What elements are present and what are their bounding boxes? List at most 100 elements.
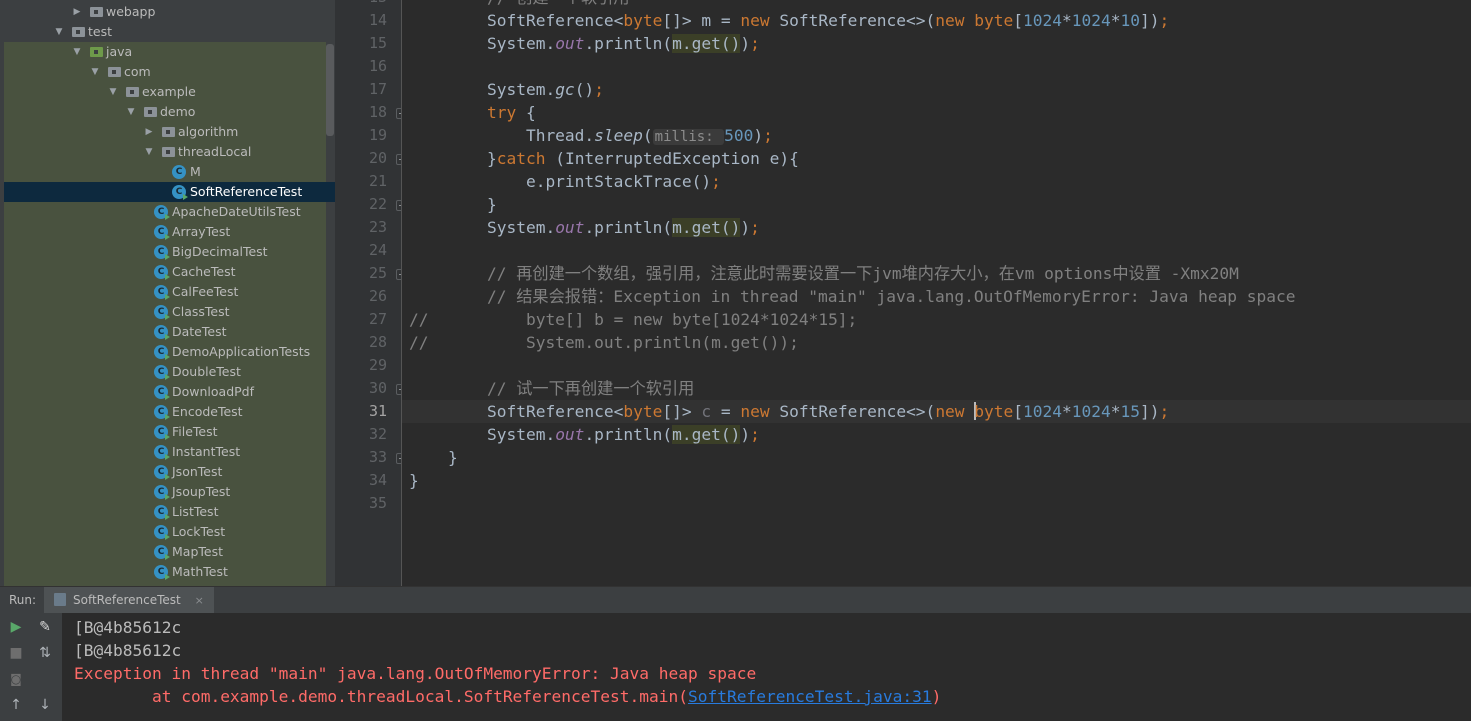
- tree-item-apachedateutilstest[interactable]: C ApacheDateUtilsTest: [4, 202, 335, 222]
- close-icon[interactable]: ×: [195, 594, 204, 607]
- code-line-28[interactable]: // System.out.println(m.get());: [409, 331, 799, 354]
- line-number[interactable]: 26: [335, 285, 387, 308]
- up-arrow-icon[interactable]: ↑: [6, 695, 26, 715]
- tree-item-maptest[interactable]: C MapTest: [4, 542, 335, 562]
- tree-item-filetest[interactable]: C FileTest: [4, 422, 335, 442]
- sort-icon[interactable]: ⇅: [35, 643, 55, 663]
- chevron-down-icon[interactable]: ▼: [108, 82, 118, 102]
- tree-item-classtest[interactable]: C ClassTest: [4, 302, 335, 322]
- source-link[interactable]: SoftReferenceTest.java:31: [688, 687, 932, 706]
- tree-item-doubletest[interactable]: C DoubleTest: [4, 362, 335, 382]
- tree-item-softreferencetest[interactable]: C SoftReferenceTest: [4, 182, 335, 202]
- line-number[interactable]: 16: [335, 55, 387, 78]
- line-number[interactable]: 25: [335, 262, 387, 285]
- chevron-right-icon[interactable]: ▶: [72, 2, 82, 22]
- line-number[interactable]: 20: [335, 147, 387, 170]
- down-arrow-icon[interactable]: ↓: [35, 695, 55, 715]
- chevron-down-icon[interactable]: ▼: [126, 102, 136, 122]
- console-output[interactable]: [B@4b85612c [B@4b85612c Exception in thr…: [62, 613, 1471, 721]
- code-line-26[interactable]: // 结果会报错：Exception in thread "main" java…: [409, 285, 1296, 308]
- code-line-17[interactable]: System.gc();: [409, 78, 604, 101]
- code-line-15[interactable]: System.out.println(m.get());: [409, 32, 760, 55]
- tree-item-bigdecimaltest[interactable]: C BigDecimalTest: [4, 242, 335, 262]
- tree-item-locktest[interactable]: C LockTest: [4, 522, 335, 542]
- code-line-31[interactable]: SoftReference<byte[]> c = new SoftRefere…: [409, 400, 1169, 423]
- edit-icon[interactable]: ✎: [35, 617, 55, 637]
- line-number-gutter[interactable]: 1314151617181920212223242526272829303132…: [335, 0, 407, 586]
- tree-item-listtest[interactable]: C ListTest: [4, 502, 335, 522]
- tree-item-demo[interactable]: ▼ demo: [4, 102, 335, 122]
- line-number[interactable]: 28: [335, 331, 387, 354]
- project-tree[interactable]: ▶ webapp ▼ test ▼ java ▼ com ▼ example ▼ demo ▶ algor…: [0, 0, 335, 586]
- tree-item-example[interactable]: ▼ example: [4, 82, 335, 102]
- line-number[interactable]: 19: [335, 124, 387, 147]
- chevron-down-icon[interactable]: ▼: [144, 142, 154, 162]
- tree-item-jsouptest[interactable]: C JsoupTest: [4, 482, 335, 502]
- code-line-18[interactable]: try {: [409, 101, 536, 124]
- line-number[interactable]: 35: [335, 492, 387, 515]
- line-number[interactable]: 34: [335, 469, 387, 492]
- code-line-32[interactable]: System.out.println(m.get());: [409, 423, 760, 446]
- tree-item-mathtest[interactable]: C MathTest: [4, 562, 335, 582]
- line-number[interactable]: 30: [335, 377, 387, 400]
- code-line-30[interactable]: // 试一下再创建一个软引用: [409, 377, 694, 400]
- code-line-25[interactable]: // 再创建一个数组，强引用，注意此时需要设置一下jvm堆内存大小，在vm op…: [409, 262, 1239, 285]
- line-number[interactable]: 22: [335, 193, 387, 216]
- tree-item-webapp[interactable]: ▶ webapp: [4, 2, 335, 22]
- chevron-down-icon[interactable]: ▼: [54, 22, 64, 42]
- tree-item-m[interactable]: CM: [4, 162, 335, 182]
- run-marker-icon: [165, 474, 170, 480]
- line-number[interactable]: 27: [335, 308, 387, 331]
- code-line-19[interactable]: Thread.sleep(millis: 500);: [409, 124, 773, 147]
- tree-item-test[interactable]: ▼ test: [4, 22, 335, 42]
- line-number[interactable]: 32: [335, 423, 387, 446]
- code-line-14[interactable]: SoftReference<byte[]> m = new SoftRefere…: [409, 9, 1169, 32]
- tree-item-java[interactable]: ▼ java: [4, 42, 335, 62]
- chevron-down-icon[interactable]: ▼: [90, 62, 100, 82]
- chevron-right-icon[interactable]: ▶: [144, 122, 154, 142]
- tree-item-label: MapTest: [172, 544, 223, 559]
- tree-scrollbar[interactable]: [326, 44, 334, 136]
- line-number[interactable]: 13: [335, 0, 387, 9]
- tree-item-calfeetest[interactable]: C CalFeeTest: [4, 282, 335, 302]
- stop-icon[interactable]: ■: [6, 643, 26, 663]
- line-number[interactable]: 21: [335, 170, 387, 193]
- tree-item-instanttest[interactable]: C InstantTest: [4, 442, 335, 462]
- code-line-21[interactable]: e.printStackTrace();: [409, 170, 721, 193]
- chevron-down-icon[interactable]: ▼: [72, 42, 82, 62]
- line-number[interactable]: 17: [335, 78, 387, 101]
- tree-item-com[interactable]: ▼ com: [4, 62, 335, 82]
- tree-item-demoapplicationtests[interactable]: C DemoApplicationTests: [4, 342, 335, 362]
- code-line-20[interactable]: }catch (InterruptedException e){: [409, 147, 799, 170]
- tree-item-cachetest[interactable]: C CacheTest: [4, 262, 335, 282]
- tree-item-jsontest[interactable]: C JsonTest: [4, 462, 335, 482]
- tree-item-label: ClassTest: [172, 304, 230, 319]
- code-line-34[interactable]: }: [409, 469, 419, 492]
- tree-item-algorithm[interactable]: ▶ algorithm: [4, 122, 335, 142]
- code-line-23[interactable]: System.out.println(m.get());: [409, 216, 760, 239]
- tree-item-label: EncodeTest: [172, 404, 243, 419]
- line-number[interactable]: 33: [335, 446, 387, 469]
- line-number[interactable]: 15: [335, 32, 387, 55]
- line-number[interactable]: 24: [335, 239, 387, 262]
- code-line-22[interactable]: }: [409, 193, 497, 216]
- code-line-33[interactable]: }: [409, 446, 458, 469]
- tree-item-label: DoubleTest: [172, 364, 241, 379]
- line-number[interactable]: 29: [335, 354, 387, 377]
- line-number[interactable]: 14: [335, 9, 387, 32]
- code-line-27[interactable]: // byte[] b = new byte[1024*1024*15];: [409, 308, 857, 331]
- tree-item-datetest[interactable]: C DateTest: [4, 322, 335, 342]
- run-tab-softreferencetest[interactable]: SoftReferenceTest ×: [44, 587, 214, 613]
- tree-item-downloadpdf[interactable]: C DownloadPdf: [4, 382, 335, 402]
- line-number[interactable]: 18: [335, 101, 387, 124]
- camera-icon[interactable]: ◙: [6, 669, 26, 689]
- line-number[interactable]: 23: [335, 216, 387, 239]
- code-editor[interactable]: // 创建一个软引用 SoftReference<byte[]> m = new…: [402, 0, 1471, 586]
- tree-item-threadlocal[interactable]: ▼ threadLocal: [4, 142, 335, 162]
- tree-item-arraytest[interactable]: C ArrayTest: [4, 222, 335, 242]
- line-number[interactable]: 31: [335, 400, 387, 423]
- tree-item-encodetest[interactable]: C EncodeTest: [4, 402, 335, 422]
- code-line-13[interactable]: // 创建一个软引用: [409, 0, 630, 9]
- run-icon[interactable]: ▶: [6, 617, 26, 637]
- console-stacktrace-line: at com.example.demo.threadLocal.SoftRefe…: [74, 685, 941, 708]
